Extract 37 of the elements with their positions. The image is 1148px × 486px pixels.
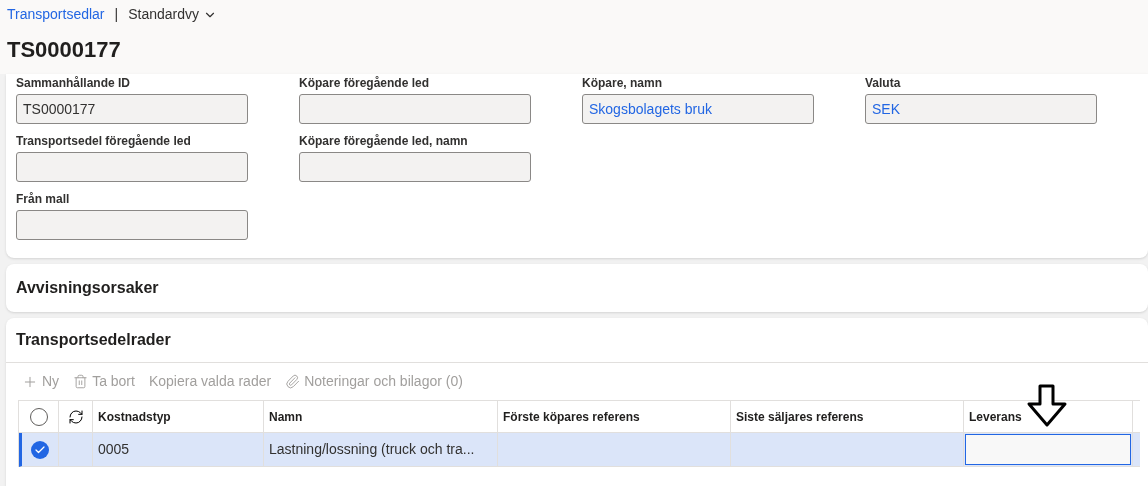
input-field[interactable]: [965, 434, 1131, 465]
refresh-icon[interactable]: [67, 408, 84, 425]
input-field[interactable]: [16, 152, 248, 182]
field-value: SEK: [872, 99, 900, 119]
input-field[interactable]: [299, 152, 531, 182]
field-label: Från mall: [16, 191, 71, 207]
field-label: Transportsedel föregående led: [16, 133, 192, 149]
table-cell-text: Lastning/lossning (truck och tra...: [269, 440, 475, 459]
breadcrumb-link[interactable]: Transportsedlar: [7, 4, 105, 25]
input-field[interactable]: SEK: [865, 94, 1097, 124]
field-label: Köpare föregående led, namn: [299, 133, 469, 149]
input-field[interactable]: [16, 210, 248, 240]
column-header[interactable]: Siste säljares referens: [736, 407, 864, 426]
down-arrow-icon: [1026, 384, 1068, 428]
trash-icon: [73, 374, 89, 389]
view-selector[interactable]: Standardvy: [128, 4, 217, 25]
column-header[interactable]: Förste köpares referens: [503, 407, 640, 426]
column-header[interactable]: Namn: [269, 407, 303, 426]
field-label: Valuta: [865, 75, 902, 91]
table-row[interactable]: 0005 Lastning/lossning (truck och tra...: [19, 433, 1140, 467]
breadcrumb-separator: |: [114, 5, 119, 24]
field-value: TS0000177: [23, 99, 96, 119]
section-title[interactable]: Avvisningsorsaker: [16, 276, 159, 300]
field-label: Sammanhållande ID: [16, 75, 132, 91]
table-cell-text: 0005: [98, 440, 130, 459]
paperclip-icon: [285, 374, 301, 389]
column-header[interactable]: Leverans: [969, 407, 1022, 426]
input-field[interactable]: Skogsbolagets bruk: [582, 94, 814, 124]
input-field[interactable]: TS0000177: [16, 94, 248, 124]
page-title: TS0000177: [7, 36, 122, 64]
field-value: Skogsbolagets bruk: [589, 99, 712, 119]
field-label: Köpare föregående led: [299, 75, 431, 91]
section-title[interactable]: Transportsedelrader: [16, 328, 171, 352]
field-label: Köpare, namn: [582, 75, 663, 91]
row-checkbox[interactable]: [31, 440, 49, 459]
input-field[interactable]: [299, 94, 531, 124]
column-header[interactable]: Kostnadstyp: [98, 407, 171, 426]
